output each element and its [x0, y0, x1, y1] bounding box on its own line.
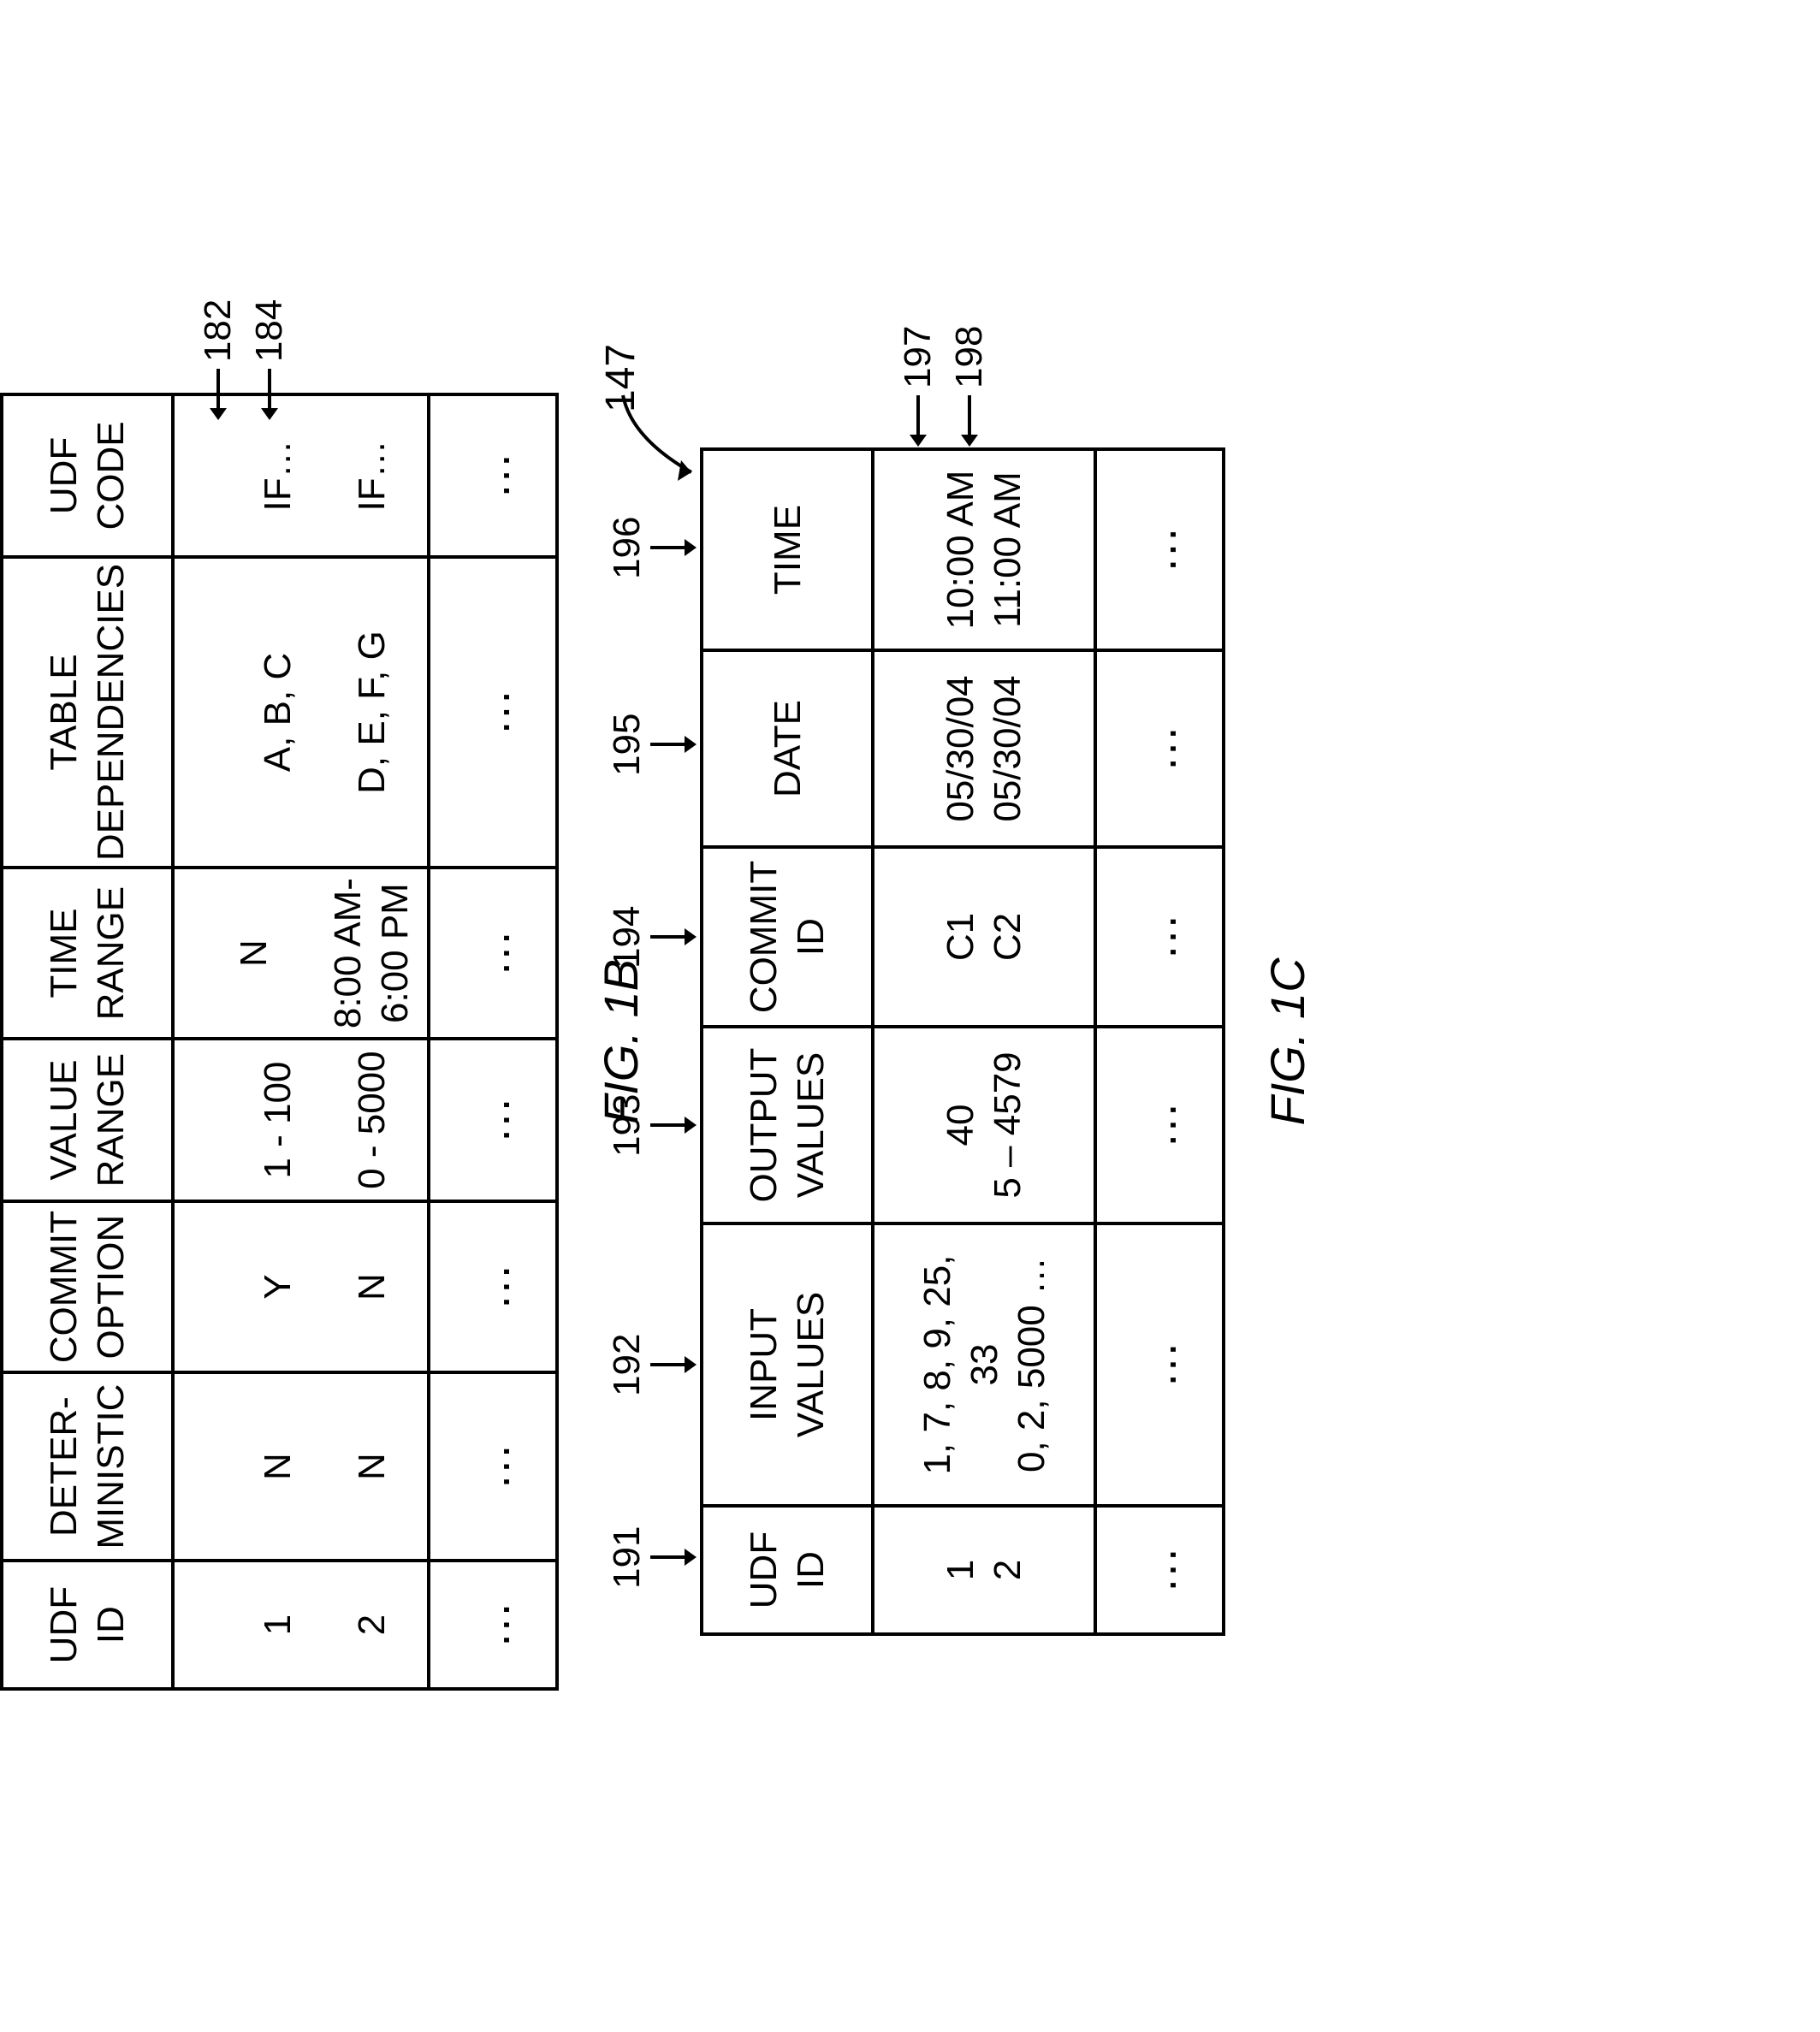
rowref-197: 197	[897, 326, 940, 438]
col-c-udf-id: UDF ID	[702, 1506, 873, 1634]
col-value-range: VALUE RANGE	[2, 1039, 173, 1201]
fig1c-data-row: 1 2 1, 7, 8, 9, 25, 33 0, 2, 5000 … 40 5…	[873, 449, 1095, 1634]
cell-c-0-5: 10:00 AM 11:00 AM	[873, 449, 1095, 650]
col-time-range: TIME RANGE	[2, 868, 173, 1039]
colref-191: 191	[606, 1526, 688, 1589]
tableref-147: 147	[597, 344, 644, 412]
colref-193: 193	[606, 1094, 688, 1157]
col-c-input: INPUT VALUES	[702, 1223, 873, 1506]
ell-b-3: …	[429, 1039, 557, 1201]
col-deterministic: DETER- MINISTIC	[2, 1372, 173, 1561]
fig1c-caption: FIG. 1C	[1260, 957, 1315, 1125]
ell-b-2: …	[429, 1201, 557, 1372]
fig1c-ellipsis-row: … … … … … …	[1095, 449, 1224, 1634]
cell-b-0-3: 1 - 100 0 - 5000	[173, 1039, 429, 1201]
ell-c-4: …	[1095, 650, 1224, 847]
colref-192: 192	[606, 1334, 688, 1396]
ell-b-1: …	[429, 1372, 557, 1561]
col-c-date: DATE	[702, 650, 873, 847]
cell-b-0-0: 1 2	[173, 1561, 429, 1689]
rowref-184-label: 184	[248, 299, 291, 362]
cell-b-0-1: N N	[173, 1372, 429, 1561]
rowref-184: 184	[248, 299, 291, 412]
colref-195: 195	[606, 714, 688, 776]
rowref-182: 182	[197, 299, 240, 412]
cell-c-0-1: 1, 7, 8, 9, 25, 33 0, 2, 5000 …	[873, 1223, 1095, 1506]
ell-c-2: …	[1095, 1027, 1224, 1223]
col-commit-option: COMMIT OPTION	[2, 1201, 173, 1372]
fig1c-table-area: 191 192 193 194 195 196	[700, 447, 1225, 1636]
rowref-198-label: 198	[948, 326, 991, 388]
col-c-commit: COMMIT ID	[702, 847, 873, 1027]
fig1b-ellipsis-row: … … … … … … …	[429, 394, 557, 1689]
colref-195-label: 195	[606, 714, 649, 776]
rowref-198: 198	[948, 326, 991, 438]
cell-c-0-3: C1 C2	[873, 847, 1095, 1027]
tableref-146-arrow	[0, 364, 17, 467]
ell-c-1: …	[1095, 1223, 1224, 1506]
fig1c-table: UDF ID INPUT VALUES OUTPUT VALUES COMMIT…	[700, 447, 1225, 1636]
colref-194-label: 194	[606, 906, 649, 969]
colref-193-label: 193	[606, 1094, 649, 1157]
col-table-deps: TABLE DEPENDENCIES	[2, 557, 173, 868]
col-c-time: TIME	[702, 449, 873, 650]
fig1b-table-area: 171 172 174 175 176 178	[0, 393, 559, 1691]
colref-194: 194	[606, 906, 688, 969]
fig1b-data-row: 1 2 N N Y N 1 - 100 0 - 5000	[173, 394, 429, 1689]
col-udf-id: UDF ID	[2, 1561, 173, 1689]
rowref-197-label: 197	[897, 326, 940, 388]
ell-c-3: …	[1095, 847, 1224, 1027]
cell-b-0-2: Y N	[173, 1201, 429, 1372]
rowref-182-label: 182	[197, 299, 240, 362]
cell-c-0-2: 40 5 – 4579	[873, 1027, 1095, 1223]
colref-191-label: 191	[606, 1526, 649, 1589]
col-udf-code: UDF CODE	[2, 394, 173, 557]
tableref-147-arrow	[614, 387, 717, 489]
ell-b-0: …	[429, 1561, 557, 1689]
fig1b-header-row: UDF ID DETER- MINISTIC COMMIT OPTION VAL…	[2, 394, 173, 1689]
ell-c-5: …	[1095, 449, 1224, 650]
ell-c-0: …	[1095, 1506, 1224, 1634]
cell-b-0-4: N 8:00 AM- 6:00 PM	[173, 868, 429, 1039]
fig1b-table: UDF ID DETER- MINISTIC COMMIT OPTION VAL…	[0, 393, 559, 1691]
ell-b-5: …	[429, 557, 557, 868]
colref-196-label: 196	[606, 517, 649, 579]
cell-b-0-5: A, B, C D, E, F, G	[173, 557, 429, 868]
colref-196: 196	[606, 517, 688, 579]
fig1c-header-row: UDF ID INPUT VALUES OUTPUT VALUES COMMIT…	[702, 449, 873, 1634]
ell-b-4: …	[429, 868, 557, 1039]
cell-c-0-4: 05/30/04 05/30/04	[873, 650, 1095, 847]
col-c-output: OUTPUT VALUES	[702, 1027, 873, 1223]
cell-c-0-0: 1 2	[873, 1506, 1095, 1634]
colref-192-label: 192	[606, 1334, 649, 1396]
ell-b-6: …	[429, 394, 557, 557]
